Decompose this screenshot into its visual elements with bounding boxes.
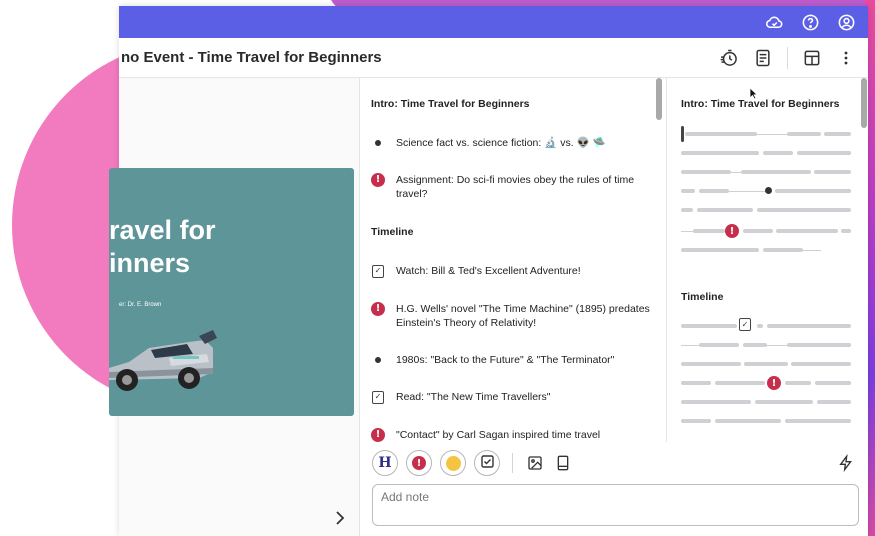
editor-toolbar: H ! [372,450,856,476]
outline-line[interactable] [681,362,851,366]
thinking-button[interactable] [440,450,466,476]
outline-line[interactable] [681,187,851,194]
title-bar: no Event - Time Travel for Beginners [119,38,868,78]
note-text: Read: "The New Time Travellers" [396,391,551,403]
note-item[interactable]: ✓ Read: "The New Time Travellers" [371,390,651,404]
important-icon: ! [412,456,426,470]
notes-view-icon[interactable] [753,48,773,68]
cloud-check-icon[interactable] [765,13,784,32]
delorean-car-image [109,330,217,391]
notes-heading-timeline: Timeline [371,226,414,238]
outline-heading-timeline: Timeline [681,291,724,303]
bullet-dot-icon [371,136,385,150]
notes-pane: Intro: Time Travel for Beginners Science… [360,78,666,442]
important-icon: ! [371,173,385,187]
note-item[interactable]: ! "Contact" by Carl Sagan inspired time … [371,428,651,442]
outline-line[interactable] [681,208,851,212]
note-editor: H ! [360,442,868,536]
note-text: H.G. Wells' novel "The Time Machine" (18… [396,303,650,329]
outline-line[interactable] [681,151,851,155]
notes-scrollbar[interactable] [656,78,662,120]
task-checkbox-icon [480,454,494,473]
slide-author: er: Dr. E. Brown [119,302,162,308]
important-button[interactable]: ! [406,450,432,476]
window-title: no Event - Time Travel for Beginners [121,49,382,66]
outline-line[interactable] [681,400,851,404]
important-icon: ! [371,428,385,442]
bullet-dot-icon [371,353,385,367]
toolbar-divider [512,453,513,473]
important-icon: ! [767,376,781,390]
more-menu-icon[interactable] [836,48,856,68]
task-button[interactable] [474,450,500,476]
outline-scrollbar[interactable] [861,78,867,128]
important-icon: ! [371,302,385,316]
note-text: "Contact" by Carl Sagan inspired time tr… [396,429,601,441]
task-checkbox-icon[interactable]: ✓ [371,390,385,404]
outline-line[interactable] [681,419,851,423]
timer-icon[interactable] [719,48,739,68]
outline-line[interactable]: ! [681,224,851,238]
task-checkbox-icon: ✓ [739,318,751,331]
account-icon[interactable] [837,13,856,32]
mouse-cursor-icon [749,87,758,100]
slide-title: ravel for inners [109,214,216,280]
thinking-face-icon [445,455,461,471]
outline-line[interactable] [681,170,851,174]
outline-pane: Intro: Time Travel for Beginners ! Timel… [666,78,868,442]
note-item[interactable]: Science fact vs. science fiction: 🔬 vs. … [371,136,651,150]
slide-preview[interactable]: ravel for inners er: Dr. E. Brown [109,168,354,416]
important-icon: ! [725,224,739,238]
image-icon[interactable] [525,453,545,473]
outline-line[interactable] [681,126,851,142]
notes-heading-intro: Intro: Time Travel for Beginners [371,98,530,110]
task-checkbox-icon[interactable]: ✓ [371,264,385,278]
heading-button[interactable]: H [372,450,398,476]
note-item[interactable]: ✓ Watch: Bill & Ted's Excellent Adventur… [371,264,651,278]
help-icon[interactable] [801,13,820,32]
toolbar-separator [787,46,788,69]
note-text: 1980s: "Back to the Future" & "The Termi… [396,354,615,366]
add-note-input[interactable] [372,484,859,526]
slide-pane: ravel for inners er: Dr. E. Brown [109,78,360,536]
note-item[interactable]: ! H.G. Wells' novel "The Time Machine" (… [371,302,651,330]
layout-icon[interactable] [802,48,822,68]
note-item[interactable]: ! Assignment: Do sci-fi movies obey the … [371,173,651,201]
note-text: Science fact vs. science fiction: 🔬 vs. … [396,137,606,149]
outline-line[interactable]: ! [681,376,851,390]
note-text: Watch: Bill & Ted's Excellent Adventure! [396,265,581,277]
outline-line[interactable] [681,343,851,347]
tablet-icon[interactable] [553,453,573,473]
note-text: Assignment: Do sci-fi movies obey the ru… [396,174,635,200]
top-bar [119,6,868,38]
outline-line[interactable]: ✓ [681,318,851,331]
lightning-icon[interactable] [836,453,856,473]
slide-title-line: ravel for [109,215,216,245]
outline-heading-intro: Intro: Time Travel for Beginners [681,98,840,110]
app-window: no Event - Time Travel for Beginners rav… [109,6,868,536]
note-item[interactable]: 1980s: "Back to the Future" & "The Termi… [371,353,651,367]
next-slide-chevron-icon[interactable] [333,510,347,526]
outline-line[interactable] [681,248,821,252]
slide-title-line: inners [109,248,191,278]
